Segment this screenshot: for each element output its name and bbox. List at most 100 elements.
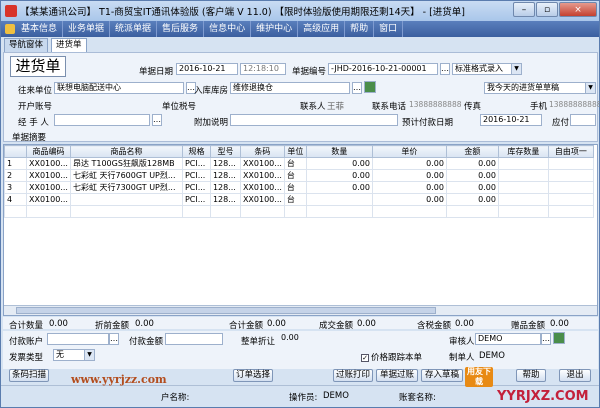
handler-more-button[interactable]: … (152, 114, 162, 126)
cell-stock[interactable] (497, 169, 549, 182)
menu-basic-info[interactable]: 基本信息 (16, 21, 64, 37)
checkbox-icon[interactable]: ✓ (361, 353, 369, 362)
empty-cell[interactable] (371, 205, 447, 218)
cell-code[interactable]: XX0100... (26, 193, 71, 206)
pay-amount-field[interactable] (165, 333, 223, 345)
col-header-model[interactable]: 型号 (209, 145, 241, 158)
menu-business-docs[interactable]: 业务单据 (63, 21, 111, 37)
table-row[interactable]: 2 XX0100... 七彩虹 天行7600GT UP烈... PCI... 1… (4, 169, 594, 182)
supplier-field[interactable]: 联想电脑配送中心 (54, 82, 184, 94)
cell-stock[interactable] (497, 193, 549, 206)
cell-qty[interactable] (305, 193, 373, 206)
cell-code[interactable]: XX0100... (26, 157, 71, 170)
empty-cell[interactable] (26, 205, 71, 218)
cell-unit[interactable]: 台 (283, 157, 307, 170)
cell-spec[interactable]: PCI... (181, 193, 211, 206)
cell-price[interactable]: 0.00 (371, 169, 447, 182)
docno-field[interactable]: -JHD-2016-10-21-00001 (328, 63, 438, 75)
cell-free1[interactable] (547, 193, 594, 206)
cell-amount[interactable]: 0.00 (445, 181, 499, 194)
menu-dispatch-docs[interactable]: 统派单据 (110, 21, 158, 37)
cell-price[interactable]: 0.00 (371, 193, 447, 206)
cell-model[interactable]: 128... (209, 157, 241, 170)
cell-spec[interactable]: PCI... (181, 169, 211, 182)
exit-button[interactable]: 退出 (559, 369, 591, 382)
tab-purchase-order[interactable]: 进货单 (51, 38, 87, 52)
invoice-type-select[interactable]: 无 ▼ (53, 349, 95, 361)
cell-code[interactable]: XX0100... (26, 169, 71, 182)
empty-cell[interactable] (445, 205, 499, 218)
menu-after-sales[interactable]: 售后服务 (157, 21, 205, 37)
reviewer-more-button[interactable]: … (541, 333, 551, 345)
table-row-empty[interactable] (4, 205, 594, 218)
cell-amount[interactable]: 0.00 (445, 169, 499, 182)
cell-amount[interactable]: 0.00 (445, 157, 499, 170)
barcode-scan-button[interactable]: 条码扫描 (9, 369, 49, 382)
cell-price[interactable]: 0.00 (371, 181, 447, 194)
col-header-code[interactable]: 商品编码 (26, 145, 71, 158)
note-field[interactable] (230, 114, 398, 126)
cell-unit[interactable]: 台 (283, 181, 307, 194)
due-field[interactable] (570, 114, 596, 126)
paydate-field[interactable]: 2016-10-21 (480, 114, 542, 126)
cell-name[interactable]: 昂达 T100GS狂飙版128MB (69, 157, 183, 170)
cell-name[interactable]: 七彩虹 天行7300GT UP烈... (69, 181, 183, 194)
col-header-check[interactable] (4, 145, 27, 158)
save-draft-button[interactable]: 存入草稿 (421, 369, 463, 382)
col-header-free1[interactable]: 自由项一 (547, 145, 594, 158)
cell-amount[interactable]: 0.00 (445, 193, 499, 206)
cell-barcode[interactable]: XX0100... (239, 169, 285, 182)
col-header-qty[interactable]: 数量 (305, 145, 373, 158)
post-doc-button[interactable]: 单据过账 (376, 369, 418, 382)
col-header-stock[interactable]: 库存数量 (497, 145, 549, 158)
empty-cell[interactable] (69, 205, 183, 218)
cell-spec[interactable]: PCI... (181, 157, 211, 170)
menu-maintenance[interactable]: 维护中心 (251, 21, 299, 37)
table-row-selected[interactable]: 4 XX0100... 7600GT UP烈焰战神2 256M PCI... 1… (4, 193, 594, 206)
col-header-amount[interactable]: 金额 (445, 145, 499, 158)
menu-info-center[interactable]: 信息中心 (204, 21, 252, 37)
cell-code[interactable]: XX0100... (26, 181, 71, 194)
discount-rate-field[interactable]: 0.00 (279, 333, 301, 345)
table-row[interactable]: 1 XX0100... 昂达 T100GS狂飙版128MB PCI... 128… (4, 157, 594, 170)
post-print-button[interactable]: 过账打印 (333, 369, 373, 382)
cell-name-editing[interactable]: 7600GT UP烈焰战神2 256M (69, 193, 183, 206)
reviewer-icon[interactable] (553, 332, 565, 344)
pay-account-more-button[interactable]: … (109, 333, 119, 345)
docno-more-button[interactable]: … (440, 63, 450, 75)
warehouse-icon[interactable] (364, 81, 376, 93)
cell-qty[interactable]: 0.00 (305, 169, 373, 182)
tab-navigation[interactable]: 导航窗体 (4, 38, 49, 52)
horizontal-scrollbar[interactable] (4, 305, 597, 315)
cell-model[interactable]: 128... (209, 181, 241, 194)
reviewer-field[interactable]: DEMO (475, 333, 541, 345)
cell-free1[interactable] (547, 181, 594, 194)
help-button[interactable]: 帮助 (516, 369, 546, 382)
col-header-price[interactable]: 单价 (371, 145, 447, 158)
col-header-unit[interactable]: 单位 (283, 145, 307, 158)
cell-barcode[interactable]: XX0100... (239, 181, 285, 194)
pay-account-field[interactable] (47, 333, 109, 345)
cell-barcode[interactable]: XX0100... (239, 157, 285, 170)
col-header-name[interactable]: 商品名称 (69, 145, 183, 158)
empty-cell[interactable] (547, 205, 594, 218)
cell-stock[interactable] (497, 181, 549, 194)
empty-cell[interactable] (239, 205, 285, 218)
cell-stock[interactable] (497, 157, 549, 170)
cell-free1[interactable] (547, 157, 594, 170)
cell-free1[interactable] (547, 169, 594, 182)
handler-field[interactable] (54, 114, 150, 126)
cell-price[interactable]: 0.00 (371, 157, 447, 170)
restore-button[interactable]: ▫ (536, 2, 558, 17)
date-field[interactable]: 2016-10-21 (176, 63, 238, 75)
warehouse-more-button[interactable]: … (352, 82, 362, 94)
minimize-button[interactable]: – (513, 2, 535, 17)
empty-cell[interactable] (181, 205, 211, 218)
empty-cell[interactable] (4, 205, 27, 218)
scrollbar-thumb[interactable] (16, 307, 436, 314)
cell-spec[interactable]: PCI... (181, 181, 211, 194)
cell-model[interactable]: 128... (209, 169, 241, 182)
price-track-option[interactable]: ✓ 价格跟踪本单 (361, 351, 422, 363)
empty-cell[interactable] (305, 205, 373, 218)
col-header-barcode[interactable]: 条码 (239, 145, 285, 158)
